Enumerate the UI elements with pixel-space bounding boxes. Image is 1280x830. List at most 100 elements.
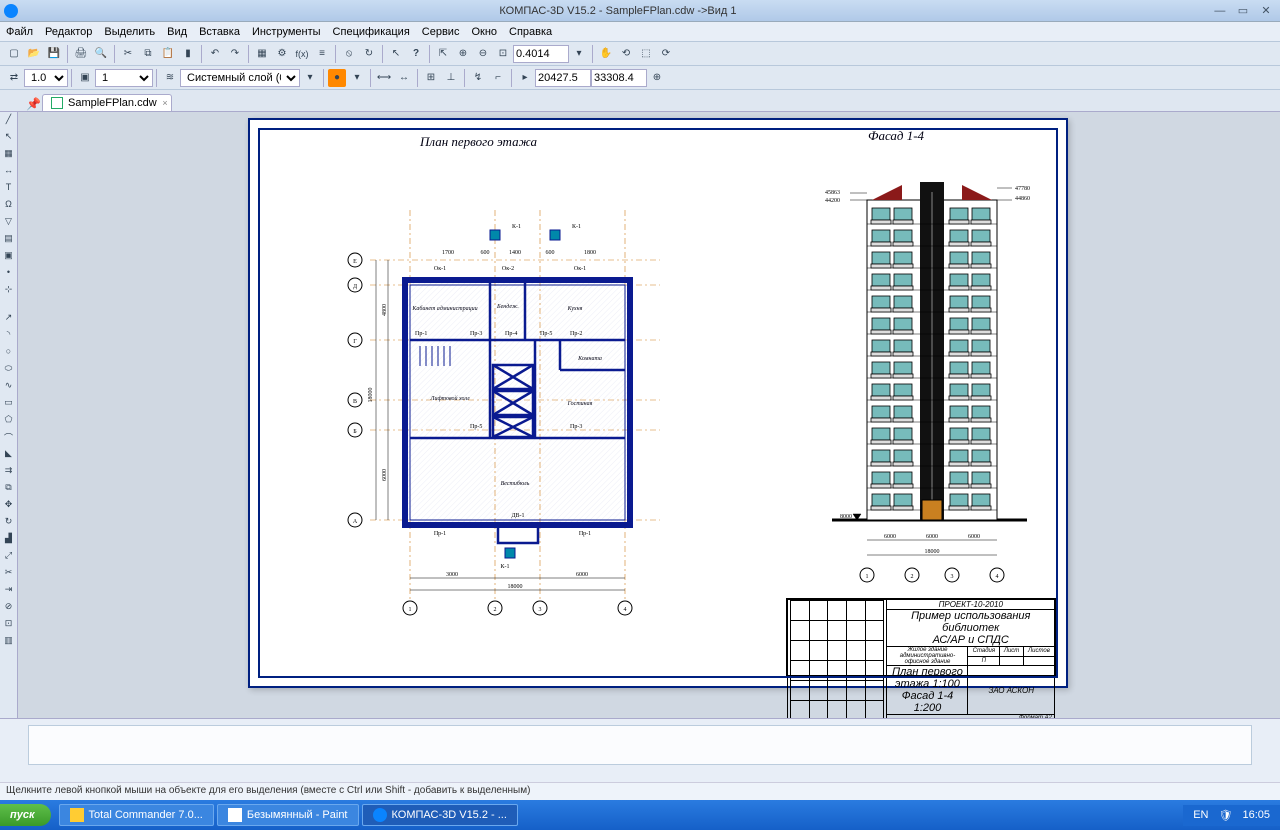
start-button[interactable]: пуск [0,804,51,826]
tool-point-icon[interactable]: • [2,267,16,281]
snap-icon[interactable]: ⇄ [5,69,23,87]
tool-trim-icon[interactable]: ✂ [2,567,16,581]
minimize-button[interactable]: — [1210,5,1230,17]
drawing-canvas[interactable]: План первого этажа Фасад 1-4 [18,112,1280,718]
tool-rect-icon[interactable]: ▭ [2,397,16,411]
menu-file[interactable]: Файл [6,26,33,38]
tool-rotate-icon[interactable]: ↻ [2,516,16,530]
redo-icon[interactable]: ↷ [226,45,244,63]
dim2-icon[interactable]: ↔ [395,69,413,87]
tool-ellipse-icon[interactable]: ⬭ [2,363,16,377]
style-icon[interactable]: ● [328,69,346,87]
open-icon[interactable]: 📂 [25,45,43,63]
help-cursor-icon[interactable]: ? [407,45,425,63]
tool-fillet-icon[interactable]: ⌒ [2,431,16,445]
layers-icon[interactable]: ≋ [161,69,179,87]
tool-extend-icon[interactable]: ⇥ [2,584,16,598]
tool-poly-icon[interactable]: ⬠ [2,414,16,428]
rounded-icon[interactable]: ⌐ [489,69,507,87]
coord-y[interactable] [591,69,647,87]
step-select[interactable]: 1 [95,69,153,87]
menu-spec[interactable]: Спецификация [333,26,410,38]
vars-icon[interactable]: ≡ [313,45,331,63]
xy-icon[interactable]: ▸ [516,69,534,87]
stop-icon[interactable]: ⦸ [340,45,358,63]
brush-icon[interactable]: ▮ [179,45,197,63]
tool-circle-icon[interactable]: ○ [2,346,16,360]
menu-view[interactable]: Вид [167,26,187,38]
zoom-input[interactable] [513,45,569,63]
zoom-in-icon[interactable]: ⊕ [454,45,472,63]
tool-chamfer-icon[interactable]: ◣ [2,448,16,462]
zoom-all-icon[interactable]: ⬚ [637,45,655,63]
menu-edit[interactable]: Редактор [45,26,92,38]
tool-spline-icon[interactable]: ∿ [2,380,16,394]
tool-lib-icon[interactable]: ▥ [2,635,16,649]
pin-icon[interactable]: 📌 [26,97,41,111]
pan-icon[interactable]: ✋ [597,45,615,63]
tool-mirror-icon[interactable]: ▟ [2,533,16,547]
tool-table-icon[interactable]: ▤ [2,233,16,247]
print-icon[interactable]: 🖨 [72,45,90,63]
undo-icon[interactable]: ↶ [206,45,224,63]
tool-select-icon[interactable]: ↖ [2,131,16,145]
close-button[interactable]: ✕ [1256,4,1276,17]
tool-axis-icon[interactable]: ⊹ [2,284,16,298]
layer-select[interactable]: Системный слой (0) [180,69,300,87]
zoom-prev-icon[interactable]: ⟲ [617,45,635,63]
tool-dim-icon[interactable]: ↔ [2,165,16,179]
zoom-fit-icon[interactable]: ⊡ [494,45,512,63]
refresh-icon[interactable]: ↻ [360,45,378,63]
dim-icon[interactable]: ⟷ [375,69,393,87]
cursor-icon[interactable]: ↖ [387,45,405,63]
tool-text-icon[interactable]: T [2,182,16,196]
menu-insert[interactable]: Вставка [199,26,240,38]
fn-icon[interactable]: f(x) [293,45,311,63]
layer-mgr-icon[interactable]: ▾ [301,69,319,87]
lang-indicator[interactable]: EN [1193,809,1208,821]
task-kompas[interactable]: КОМПАС-3D V15.2 - ... [362,804,518,826]
redraw-icon[interactable]: ⟳ [657,45,675,63]
tool-arc-icon[interactable]: ◝ [2,329,16,343]
zoom-window-icon[interactable]: ⇱ [434,45,452,63]
manager-icon[interactable]: ⚙ [273,45,291,63]
maximize-button[interactable]: ▭ [1233,4,1253,17]
save-icon[interactable]: 💾 [45,45,63,63]
menu-tools[interactable]: Инструменты [252,26,321,38]
copy-icon[interactable]: ⧉ [139,45,157,63]
tray-shield-icon[interactable]: 🛡 [1219,809,1233,822]
ortho-icon[interactable]: ⊥ [442,69,460,87]
scale-select[interactable]: 1.0 [24,69,68,87]
coord-lock-icon[interactable]: ⊕ [648,69,666,87]
new-icon[interactable]: ▢ [5,45,23,63]
tool-view-icon[interactable]: ▣ [2,250,16,264]
menu-help[interactable]: Справка [509,26,552,38]
command-input[interactable] [28,725,1252,765]
tool-group-icon[interactable]: ⊡ [2,618,16,632]
task-paint[interactable]: Безымянный - Paint [217,804,359,826]
preview-icon[interactable]: 🔍 [92,45,110,63]
close-tab-icon[interactable]: × [162,98,167,108]
tool-measure-icon[interactable]: ↗ [2,312,16,326]
menu-service[interactable]: Сервис [422,26,460,38]
coord-icon[interactable]: ↯ [469,69,487,87]
cut-icon[interactable]: ✂ [119,45,137,63]
system-tray[interactable]: EN 🛡 16:05 [1183,805,1280,826]
task-totalcmd[interactable]: Total Commander 7.0... [59,804,214,826]
zoom-out-icon[interactable]: ⊖ [474,45,492,63]
tool-rough-icon[interactable]: ▽ [2,216,16,230]
tool-copy-icon[interactable]: ⧉ [2,482,16,496]
tool-line-icon[interactable]: ╱ [2,114,16,128]
tool-move-icon[interactable]: ✥ [2,499,16,513]
menu-window[interactable]: Окно [471,26,497,38]
tool-symbol-icon[interactable]: Ω [2,199,16,213]
dropdown-icon[interactable]: ▾ [348,69,366,87]
tool-offset-icon[interactable]: ⇉ [2,465,16,479]
tool-hatch-icon[interactable]: ▦ [2,148,16,162]
tool-break-icon[interactable]: ⊘ [2,601,16,615]
zoom-drop-icon[interactable]: ▾ [570,45,588,63]
coord-x[interactable] [535,69,591,87]
document-tab[interactable]: SampleFPlan.cdw × [42,94,172,111]
paste-icon[interactable]: 📋 [159,45,177,63]
tool-scale-icon[interactable]: ⤢ [2,550,16,564]
